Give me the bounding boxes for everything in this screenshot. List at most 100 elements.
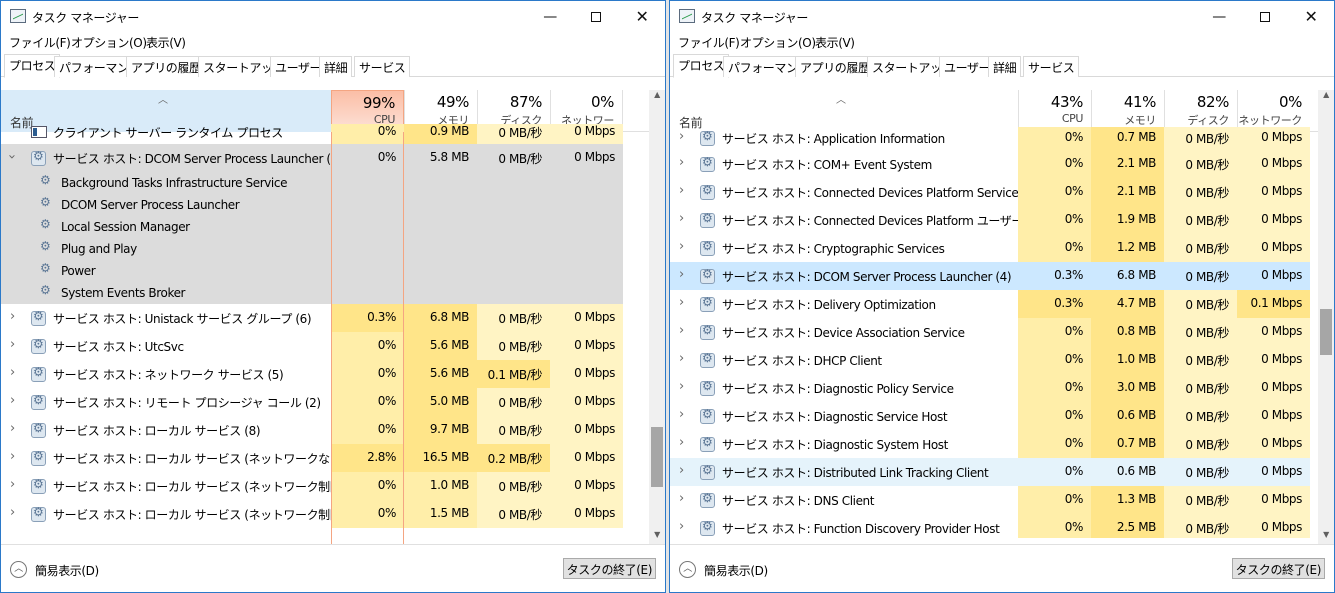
table-row[interactable]: › サービス ホスト: Diagnostic Service Host 0% 0.…	[670, 402, 1318, 430]
title-bar[interactable]: タスク マネージャー — ✕	[1, 1, 665, 32]
process-name-cell: › サービス ホスト: ローカル サービス (ネットワーク制限付き)	[1, 472, 331, 500]
chevron-right-icon[interactable]: ›	[679, 295, 684, 310]
table-row-selected[interactable]: › サービス ホスト: DCOM Server Process Launcher …	[670, 262, 1318, 290]
table-row[interactable]: › サービス ホスト: Device Association Service 0%…	[670, 318, 1318, 346]
chevron-right-icon[interactable]: ›	[10, 421, 15, 436]
chevron-right-icon[interactable]: ›	[679, 155, 684, 170]
memory-column-header[interactable]: 41% メモリ	[1091, 90, 1164, 132]
table-row[interactable]: › サービス ホスト: DNS Client 0% 1.3 MB 0 MB/秒 0…	[670, 486, 1318, 514]
menu-file[interactable]: ファイル(F)	[9, 34, 71, 51]
table-row[interactable]: ›サービス ホスト: DHCP Client 0% 1.0 MB 0 MB/秒 …	[670, 346, 1318, 374]
vertical-scrollbar[interactable]: ▲ ▼	[649, 90, 665, 544]
tab-details[interactable]: 詳細	[319, 56, 353, 77]
scroll-up-icon[interactable]: ▲	[1318, 90, 1334, 104]
chevron-right-icon[interactable]: ›	[679, 491, 684, 506]
tab-services[interactable]: サービス	[1023, 56, 1080, 77]
service-subrow[interactable]: Power	[1, 260, 649, 282]
chevron-right-icon[interactable]: ›	[679, 435, 684, 450]
chevron-up-icon[interactable]: ︿	[10, 561, 27, 578]
table-row[interactable]: › サービス ホスト: ローカル サービス (ネットワーク制限付き) 0% 1.0…	[1, 472, 649, 500]
chevron-up-icon[interactable]: ︿	[679, 561, 696, 578]
chevron-right-icon[interactable]: ›	[10, 337, 15, 352]
chevron-right-icon[interactable]: ›	[679, 239, 684, 254]
chevron-right-icon[interactable]: ›	[10, 505, 15, 520]
end-task-button[interactable]: タスクの終了(E)	[1231, 558, 1325, 579]
table-row[interactable]: › サービス ホスト: Connected Devices Platform Se…	[670, 178, 1318, 206]
fewer-details-link[interactable]: 簡易表示(D)	[35, 562, 99, 579]
table-row[interactable]: › サービス ホスト: Application Information 0% 0.…	[670, 127, 1318, 150]
scroll-down-icon[interactable]: ▼	[1318, 530, 1334, 544]
chevron-right-icon[interactable]: ›	[679, 323, 684, 338]
tab-app-history[interactable]: アプリの履歴	[795, 56, 875, 77]
table-row-expanded[interactable]: › サービス ホスト: DCOM Server Process Launcher…	[1, 144, 649, 172]
tab-users[interactable]: ユーザー	[270, 56, 327, 77]
service-subrow[interactable]: DCOM Server Process Launcher	[1, 194, 649, 216]
menu-options[interactable]: オプション(O)	[740, 34, 816, 51]
tab-app-history[interactable]: アプリの履歴	[126, 56, 206, 77]
tab-details[interactable]: 詳細	[988, 56, 1022, 77]
close-button[interactable]: ✕	[1288, 1, 1334, 32]
chevron-right-icon[interactable]: ›	[10, 365, 15, 380]
vertical-scrollbar[interactable]: ▲ ▼	[1318, 90, 1334, 544]
fewer-details-link[interactable]: 簡易表示(D)	[704, 562, 768, 579]
service-subrow[interactable]: Plug and Play	[1, 238, 649, 260]
chevron-right-icon[interactable]: ›	[679, 129, 684, 144]
chevron-right-icon[interactable]: ›	[679, 267, 684, 282]
menu-view[interactable]: 表示(V)	[815, 34, 855, 51]
service-subrow[interactable]: System Events Broker	[1, 282, 649, 304]
table-row[interactable]: › サービス ホスト: Cryptographic Services 0% 1.2…	[670, 234, 1318, 262]
chevron-right-icon[interactable]: ›	[679, 407, 684, 422]
maximize-button[interactable]	[1242, 1, 1288, 32]
menu-file[interactable]: ファイル(F)	[678, 34, 740, 51]
table-row[interactable]: › サービス ホスト: Function Discovery Provider H…	[670, 514, 1318, 538]
scrollbar-thumb[interactable]	[1320, 309, 1332, 355]
disk-column-header[interactable]: 82% ディスク	[1164, 90, 1237, 132]
chevron-down-icon[interactable]: ›	[4, 154, 19, 159]
scrollbar-thumb[interactable]	[651, 427, 663, 487]
chevron-right-icon[interactable]: ›	[679, 183, 684, 198]
maximize-icon	[591, 11, 601, 22]
table-row[interactable]: ›サービス ホスト: Diagnostic Policy Service 0% …	[670, 374, 1318, 402]
table-row[interactable]: › サービス ホスト: COM+ Event System 0% 2.1 MB 0…	[670, 150, 1318, 178]
network-column-header[interactable]: 0% ネットワーク	[1237, 90, 1310, 132]
table-row[interactable]: › サービス ホスト: ネットワーク サービス (5) 0% 5.6 MB 0.1…	[1, 360, 649, 388]
end-task-button[interactable]: タスクの終了(E)	[562, 558, 656, 579]
table-row[interactable]: › サービス ホスト: ローカル サービス (ネットワークなし) (5) 2.8%…	[1, 444, 649, 472]
table-row[interactable]: › サービス ホスト: ローカル サービス (8) 0% 9.7 MB 0 MB/…	[1, 416, 649, 444]
scroll-down-icon[interactable]: ▼	[649, 530, 665, 544]
cpu-column-header[interactable]: 43% CPU	[1018, 90, 1091, 132]
menu-view[interactable]: 表示(V)	[146, 34, 186, 51]
table-row-hover[interactable]: › サービス ホスト: Distributed Link Tracking Cli…	[670, 458, 1318, 486]
minimize-button[interactable]: —	[527, 1, 573, 32]
chevron-right-icon[interactable]: ›	[679, 211, 684, 226]
maximize-button[interactable]	[573, 1, 619, 32]
menu-options[interactable]: オプション(O)	[71, 34, 147, 51]
table-row[interactable]: › サービス ホスト: Diagnostic System Host 0% 0.7…	[670, 430, 1318, 458]
table-row[interactable]: › サービス ホスト: ローカル サービス (ネットワーク制限付き) 0% 1.5…	[1, 500, 649, 528]
chevron-right-icon[interactable]: ›	[679, 519, 684, 534]
name-column-header[interactable]: ︿ 名前	[670, 90, 1018, 132]
minimize-button[interactable]: —	[1196, 1, 1242, 32]
table-row[interactable]: › サービス ホスト: Connected Devices Platform ユー…	[670, 206, 1318, 234]
title-bar[interactable]: タスク マネージャー — ✕	[670, 1, 1334, 32]
scroll-up-icon[interactable]: ▲	[649, 90, 665, 104]
chevron-right-icon[interactable]: ›	[10, 449, 15, 464]
service-subrow[interactable]: Background Tasks Infrastructure Service	[1, 172, 649, 194]
service-subrow[interactable]: Local Session Manager	[1, 216, 649, 238]
chevron-right-icon[interactable]: ›	[10, 477, 15, 492]
tab-users[interactable]: ユーザー	[939, 56, 996, 77]
chevron-right-icon[interactable]: ›	[10, 309, 15, 324]
chevron-right-icon[interactable]: ›	[679, 379, 684, 394]
table-row[interactable]: › サービス ホスト: UtcSvc 0% 5.6 MB 0 MB/秒 0 Mbp…	[1, 332, 649, 360]
table-row[interactable]: › サービス ホスト: Delivery Optimization 0.3% 4.…	[670, 290, 1318, 318]
tab-processes[interactable]: プロセス	[4, 54, 61, 78]
tab-services[interactable]: サービス	[354, 56, 411, 77]
chevron-right-icon[interactable]: ›	[10, 393, 15, 408]
tab-processes[interactable]: プロセス	[673, 54, 730, 78]
chevron-right-icon[interactable]: ›	[679, 463, 684, 478]
chevron-right-icon[interactable]: ›	[679, 351, 684, 366]
table-row[interactable]: › サービス ホスト: Unistack サービス グループ (6) 0.3% 6…	[1, 304, 649, 332]
table-row[interactable]: › サービス ホスト: リモート プロシージャ コール (2) 0% 5.0 MB…	[1, 388, 649, 416]
table-row[interactable]: クライアント サーバー ランタイム プロセス 0% 0.9 MB 0 MB/秒 …	[1, 124, 649, 144]
close-button[interactable]: ✕	[619, 1, 665, 32]
